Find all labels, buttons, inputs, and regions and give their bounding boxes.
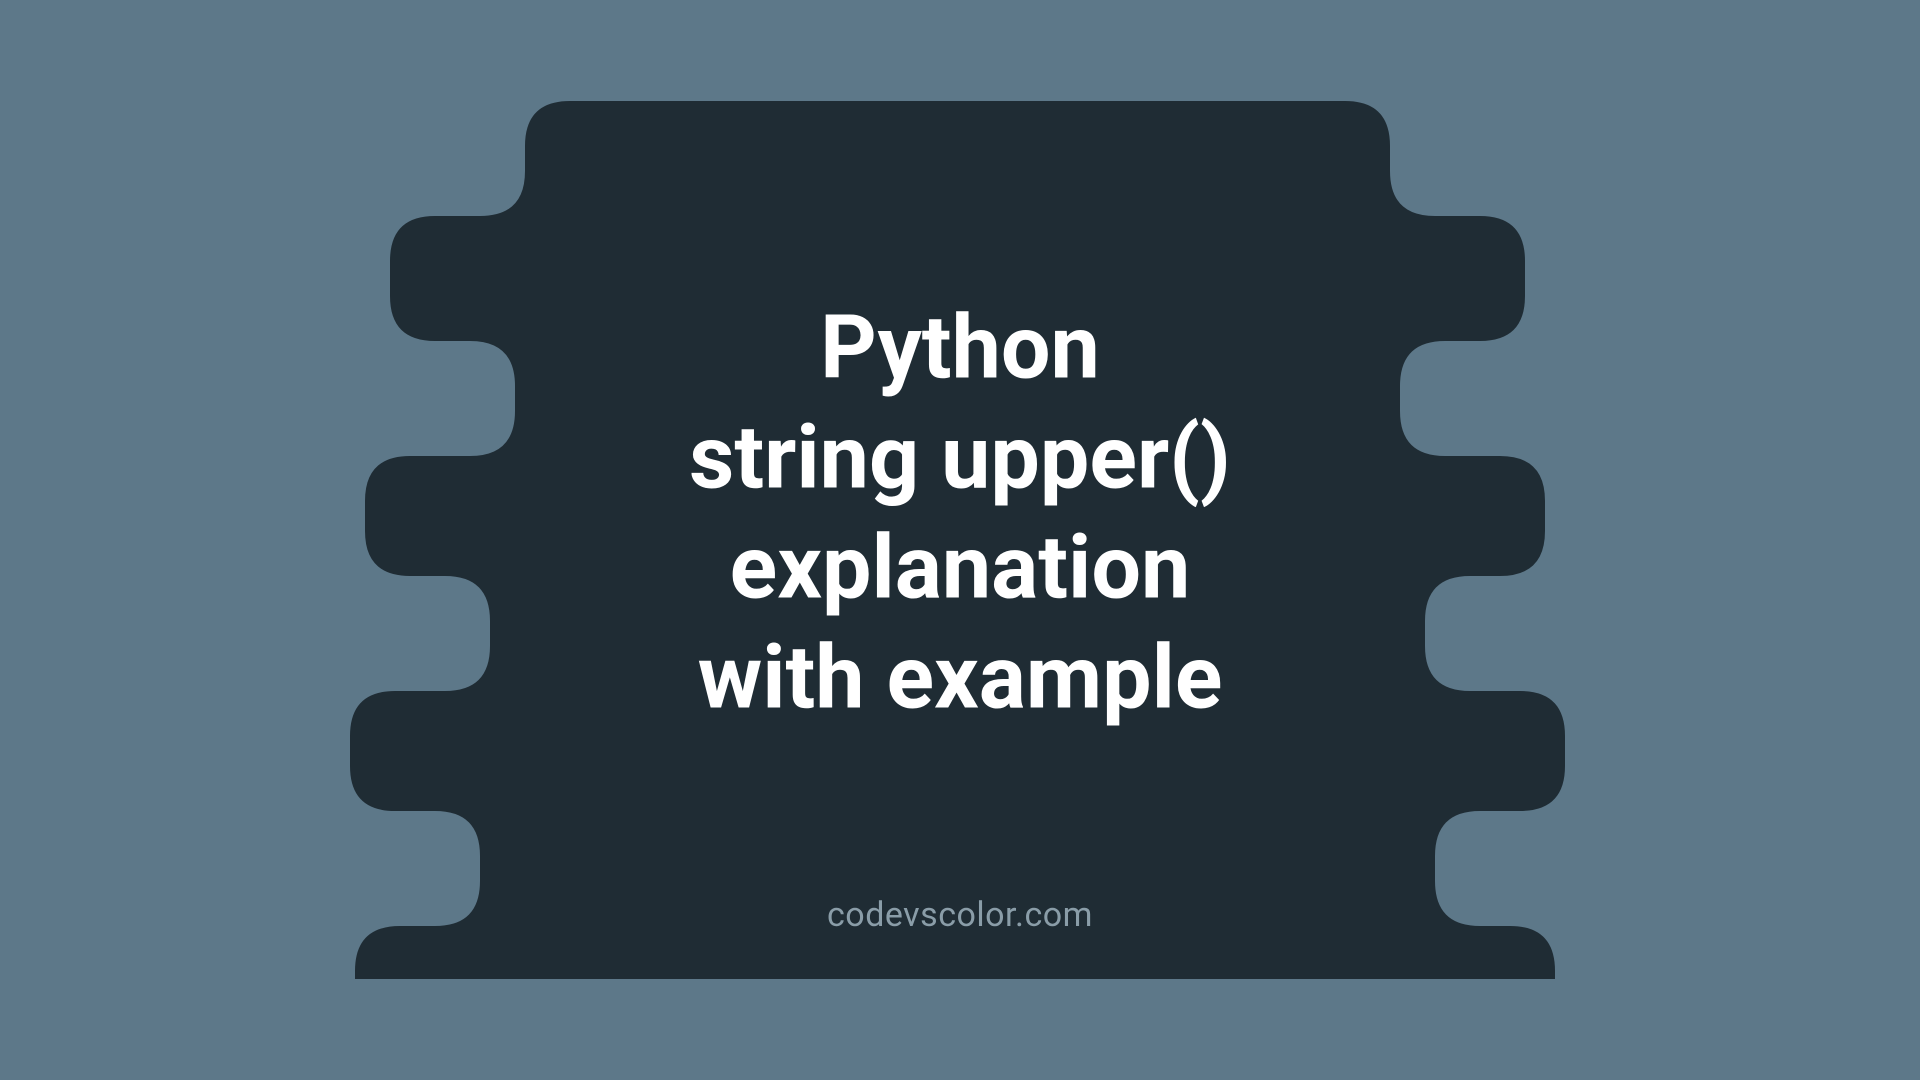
banner-container: Python string upper() explanation with e… — [180, 101, 1740, 979]
title-line-4: with example — [689, 624, 1231, 734]
title-line-1: Python — [689, 294, 1231, 404]
watermark-text: codevscolor.com — [827, 895, 1093, 935]
title-line-2: string upper() — [689, 404, 1231, 514]
title-line-3: explanation — [689, 514, 1231, 624]
title-block: Python string upper() explanation with e… — [689, 294, 1231, 734]
